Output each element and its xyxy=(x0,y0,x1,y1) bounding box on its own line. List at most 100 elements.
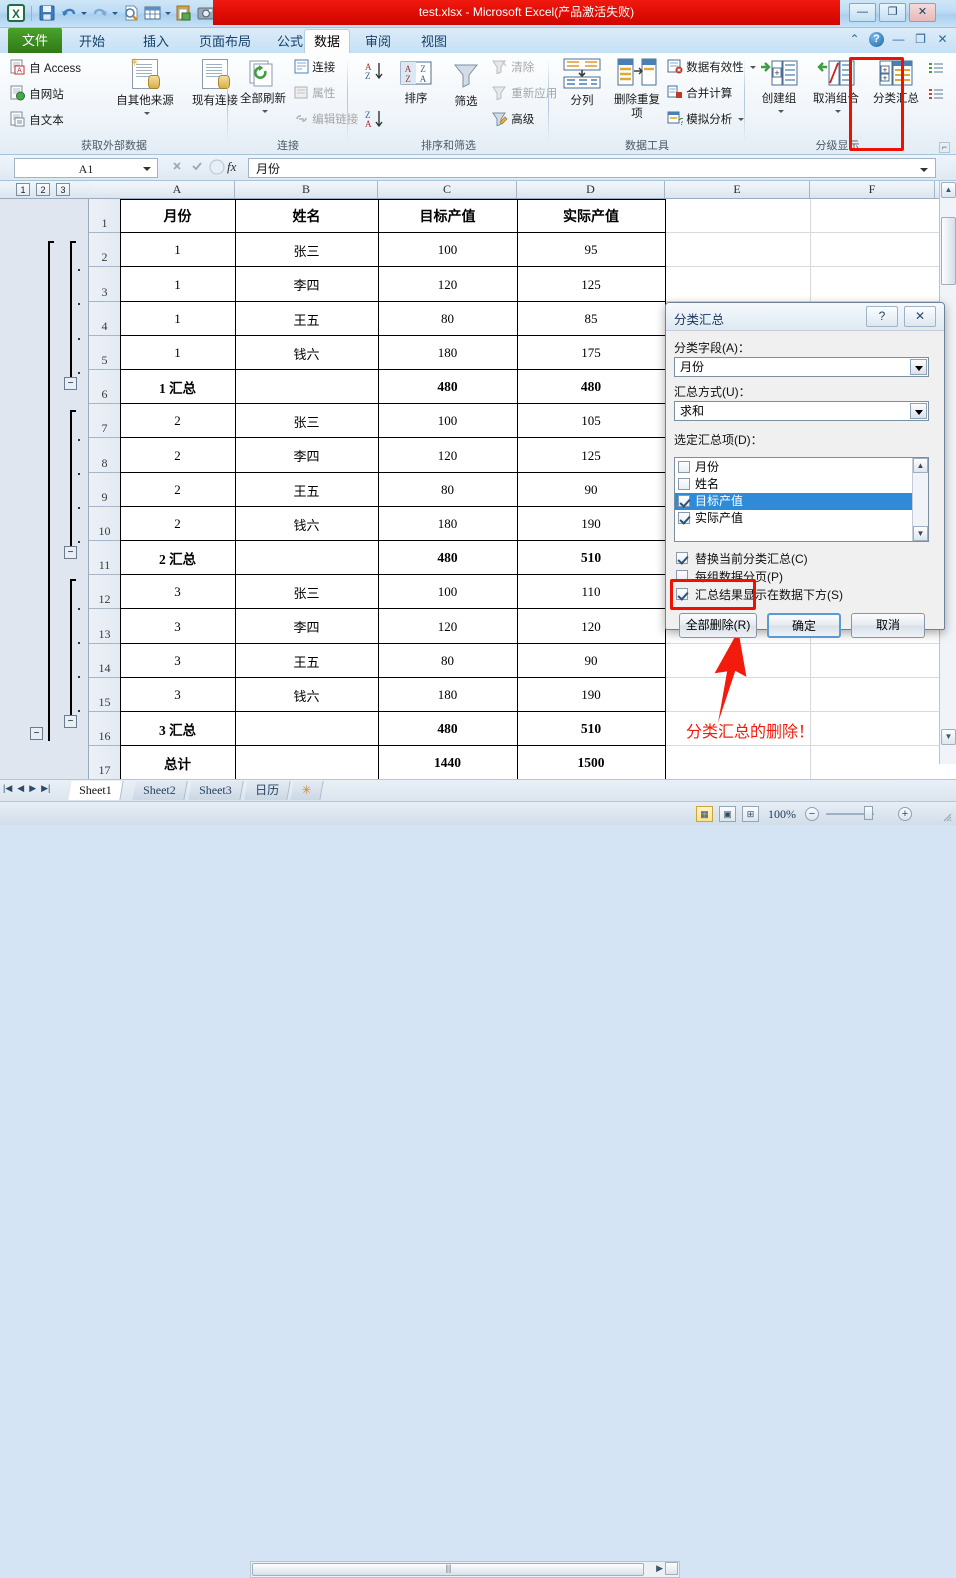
column-header-a[interactable]: A xyxy=(120,181,235,198)
row-header-11[interactable]: 11 xyxy=(89,541,120,575)
sort-descending-button[interactable]: ZA xyxy=(364,109,386,134)
horizontal-scrollbar[interactable]: ▶ xyxy=(250,1561,680,1578)
column-header-d[interactable]: D xyxy=(517,181,665,198)
name-box[interactable]: A1 xyxy=(14,158,158,178)
cell-B13[interactable]: 李四 xyxy=(235,609,378,644)
page-break-view-button[interactable]: ⊞ xyxy=(742,806,759,822)
table-icon[interactable] xyxy=(143,3,163,23)
list-item-name[interactable]: 姓名 xyxy=(675,476,914,493)
cell-C13[interactable]: 120 xyxy=(378,609,517,644)
cell-B12[interactable]: 张三 xyxy=(235,575,378,609)
checkbox-summary-below[interactable] xyxy=(676,588,688,600)
cell-C6[interactable]: 480 xyxy=(378,370,517,404)
cell-D11[interactable]: 510 xyxy=(517,541,665,575)
cell-C1[interactable]: 目标产值 xyxy=(378,199,517,233)
undo-icon[interactable] xyxy=(59,3,79,23)
close-window-icon[interactable]: ✕ xyxy=(935,32,950,47)
column-header-b[interactable]: B xyxy=(235,181,378,198)
cell-A4[interactable]: 1 xyxy=(120,302,235,336)
cell-B8[interactable]: 李四 xyxy=(235,438,378,473)
remove-duplicates-button[interactable]: 删除重复项 xyxy=(611,57,663,121)
checkbox-page-break[interactable] xyxy=(676,570,688,582)
expand-formula-bar-icon[interactable] xyxy=(920,168,928,172)
subtotal-button[interactable]: + + 分类汇总 xyxy=(871,59,921,106)
function-dropdown-icon[interactable] xyxy=(910,403,927,419)
cell-A12[interactable]: 3 xyxy=(120,575,235,609)
dialog-help-button[interactable]: ? xyxy=(866,306,898,327)
cell-B16[interactable] xyxy=(235,712,378,746)
cell-A3[interactable]: 1 xyxy=(120,267,235,302)
tab-review[interactable]: 审阅 xyxy=(356,30,400,53)
cell-B10[interactable]: 钱六 xyxy=(235,507,378,541)
tab-page-layout[interactable]: 页面布局 xyxy=(190,30,260,53)
row-header-16[interactable]: 16 xyxy=(89,712,120,746)
vertical-scroll-thumb[interactable] xyxy=(941,217,956,285)
group-button[interactable]: + 创建组 xyxy=(755,59,803,119)
from-access-button[interactable]: A 自 Access xyxy=(10,59,81,80)
group-by-dropdown-icon[interactable] xyxy=(910,359,927,375)
sheet-tab-sheet2[interactable]: Sheet2 xyxy=(132,781,188,800)
row-header-7[interactable]: 7 xyxy=(89,404,120,438)
row-header-10[interactable]: 10 xyxy=(89,507,120,541)
cell-D3[interactable]: 125 xyxy=(517,267,665,302)
refresh-all-dropdown-icon[interactable] xyxy=(261,110,268,114)
hscroll-right-button[interactable]: ▶ xyxy=(656,1563,663,1574)
list-item-target-output[interactable]: 目标产值 xyxy=(675,493,914,510)
tab-view[interactable]: 视图 xyxy=(412,30,456,53)
data-validation-button[interactable]: 数据有效性 xyxy=(667,59,756,79)
filter-button[interactable]: 筛选 xyxy=(444,59,488,109)
group-by-select[interactable]: 月份 xyxy=(674,357,929,377)
outline-collapse-group2[interactable]: − xyxy=(64,546,77,559)
normal-view-button[interactable]: ▦ xyxy=(696,806,713,822)
row-header-8[interactable]: 8 xyxy=(89,438,120,473)
outline-collapse-group1[interactable]: − xyxy=(64,377,77,390)
cell-A6[interactable]: 1 汇总 xyxy=(120,370,235,404)
tab-home[interactable]: 开始 xyxy=(70,30,114,53)
titlebar-close-button[interactable]: ✕ xyxy=(909,3,936,22)
list-scroll-down-button[interactable]: ▼ xyxy=(913,526,928,541)
subtotal-items-list[interactable]: 月份 姓名 目标产值 实际产值 ▲ ▼ xyxy=(674,457,929,542)
row-header-2[interactable]: 2 xyxy=(89,233,120,267)
last-sheet-button[interactable]: ▶| xyxy=(41,783,50,794)
cell-B6[interactable] xyxy=(235,370,378,404)
cell-C10[interactable]: 180 xyxy=(378,507,517,541)
checkbox-replace-current[interactable] xyxy=(676,552,688,564)
row-header-4[interactable]: 4 xyxy=(89,302,120,336)
zoom-in-button[interactable]: + xyxy=(898,807,912,821)
list-scroll-up-button[interactable]: ▲ xyxy=(913,458,928,473)
cell-D10[interactable]: 190 xyxy=(517,507,665,541)
column-header-e[interactable]: E xyxy=(665,181,810,198)
cell-D1[interactable]: 实际产值 xyxy=(517,199,665,233)
cell-A10[interactable]: 2 xyxy=(120,507,235,541)
scroll-down-button[interactable]: ▼ xyxy=(941,729,956,745)
checkbox-actual-output[interactable] xyxy=(678,512,690,524)
print-preview-icon[interactable] xyxy=(121,3,141,23)
sort-ascending-button[interactable]: AZ xyxy=(364,61,386,86)
titlebar-minimize-button[interactable]: — xyxy=(849,3,876,22)
checkbox-month[interactable] xyxy=(678,461,690,473)
cell-D6[interactable]: 480 xyxy=(517,370,665,404)
cell-D16[interactable]: 510 xyxy=(517,712,665,746)
cell-A1[interactable]: 月份 xyxy=(120,199,235,233)
cell-C2[interactable]: 100 xyxy=(378,233,517,267)
what-if-analysis-button[interactable]: ? 模拟分析 xyxy=(667,111,745,131)
row-header-9[interactable]: 9 xyxy=(89,473,120,507)
cell-C4[interactable]: 80 xyxy=(378,302,517,336)
undo-dropdown-icon[interactable] xyxy=(81,3,88,23)
ok-button[interactable]: 确定 xyxy=(767,613,841,638)
minimize-window-icon[interactable]: — xyxy=(891,32,906,47)
name-box-dropdown-icon[interactable] xyxy=(143,167,151,171)
cell-B1[interactable]: 姓名 xyxy=(235,199,378,233)
from-other-sources-button[interactable]: ✳ 自其他来源 xyxy=(108,57,182,121)
table-dropdown-icon[interactable] xyxy=(165,3,172,23)
cell-B3[interactable]: 李四 xyxy=(235,267,378,302)
redo-icon[interactable] xyxy=(90,3,110,23)
titlebar-restore-button[interactable]: ❐ xyxy=(879,3,906,22)
first-sheet-button[interactable]: |◀ xyxy=(3,783,12,794)
sheet-tab-sheet3[interactable]: Sheet3 xyxy=(188,781,244,800)
sheet-tab-sheet1[interactable]: Sheet1 xyxy=(68,781,124,800)
ungroup-button[interactable]: 取消组合 xyxy=(807,59,865,119)
outline-level-2-button[interactable]: 2 xyxy=(36,183,50,196)
zoom-out-button[interactable]: − xyxy=(805,807,819,821)
outline-collapse-grand[interactable]: − xyxy=(30,727,43,740)
